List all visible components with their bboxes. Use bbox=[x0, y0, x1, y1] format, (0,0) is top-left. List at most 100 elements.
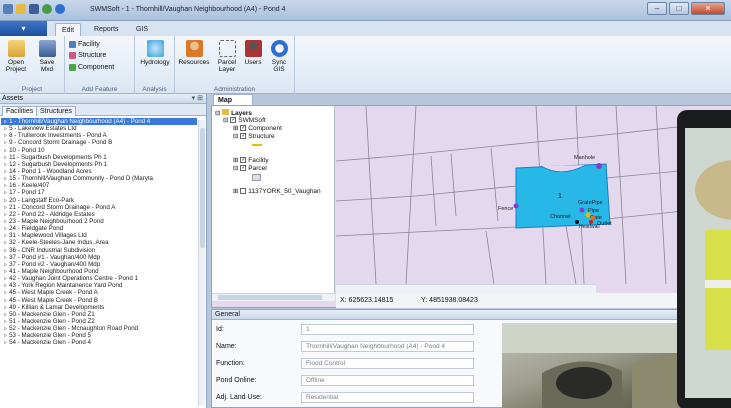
grate-point[interactable] bbox=[579, 207, 585, 213]
layer-structure[interactable]: ⊟ ✓ Structure bbox=[233, 133, 275, 141]
expand-arrow-icon[interactable]: ▹ bbox=[4, 261, 7, 268]
minimize-button[interactable]: – bbox=[647, 2, 667, 15]
list-item[interactable]: ▹ 54 - Mackenzie Glen - Pond 4 bbox=[1, 339, 197, 346]
list-item[interactable]: ▹ 41 - Maple Neighbourhood Pond bbox=[1, 268, 197, 275]
structure-button[interactable]: Structure bbox=[69, 51, 106, 60]
layers-scrollbar[interactable] bbox=[212, 293, 335, 301]
info-icon[interactable] bbox=[55, 4, 65, 14]
expand-arrow-icon[interactable]: ▹ bbox=[4, 332, 7, 339]
expand-arrow-icon[interactable]: ▹ bbox=[4, 189, 7, 196]
tab-gis[interactable]: GIS bbox=[130, 23, 154, 36]
expand-arrow-icon[interactable]: ▹ bbox=[4, 247, 7, 254]
expand-arrow-icon[interactable]: ▹ bbox=[4, 218, 7, 225]
list-item[interactable]: ▹ 14 - Pond 1 - Woodland Acres bbox=[1, 168, 197, 175]
users-button[interactable]: Users bbox=[242, 40, 264, 66]
map-scrollbar[interactable] bbox=[336, 284, 596, 293]
component-button[interactable]: Component bbox=[69, 63, 114, 72]
list-item[interactable]: ▹ 12 - Sugarbush Developments Ph 1 bbox=[1, 161, 197, 168]
expand-arrow-icon[interactable]: ▹ bbox=[4, 161, 7, 168]
maximize-button[interactable]: □ bbox=[669, 2, 689, 15]
tab-map[interactable]: Map bbox=[213, 94, 253, 105]
fence-point[interactable] bbox=[513, 203, 519, 209]
expand-arrow-icon[interactable]: ▹ bbox=[4, 139, 7, 146]
list-item[interactable]: ▹ 10 - Pond 10 bbox=[1, 147, 197, 154]
expand-arrow-icon[interactable]: ▹ bbox=[4, 304, 7, 311]
parcel-layer-button[interactable]: Parcel Layer bbox=[213, 40, 241, 73]
list-item[interactable]: ▹ 45 - West Maple Creek - Pond B bbox=[1, 297, 197, 304]
expand-arrow-icon[interactable]: ▹ bbox=[4, 297, 7, 304]
list-item[interactable]: ▹ 49 - Killian & Lamar Developments bbox=[1, 304, 197, 311]
field-value[interactable]: Flood Control bbox=[301, 358, 474, 369]
expand-arrow-icon[interactable]: ▹ bbox=[4, 232, 7, 239]
sync-gis-button[interactable]: Sync GIS bbox=[266, 40, 292, 73]
refresh-icon[interactable] bbox=[42, 4, 52, 14]
checkbox[interactable]: ✓ bbox=[240, 157, 247, 164]
expand-arrow-icon[interactable]: ▹ bbox=[4, 275, 7, 282]
list-item[interactable]: ▹ 15 - Thornhill/Vaughan Community - Pond… bbox=[1, 175, 197, 182]
field-value[interactable]: Offline bbox=[301, 375, 474, 386]
pipe-point[interactable] bbox=[590, 215, 596, 221]
list-item[interactable]: ▹ 23 - Maple Neighbourhood 2 Pond bbox=[1, 218, 197, 225]
tab-facilities[interactable]: Facilities bbox=[2, 106, 38, 116]
tab-edit[interactable]: Edit bbox=[55, 23, 82, 36]
list-item[interactable]: ▹ 36 - CNR Industrial Subdivision bbox=[1, 247, 197, 254]
close-button[interactable]: ✕ bbox=[691, 2, 725, 15]
scrollbar[interactable] bbox=[198, 120, 205, 406]
open-folder-icon[interactable] bbox=[16, 4, 26, 14]
list-item[interactable]: ▹ 22 - Pond 22 - Aldridge Estates bbox=[1, 211, 197, 218]
expand-arrow-icon[interactable]: ▹ bbox=[4, 168, 7, 175]
expand-arrow-icon[interactable]: ▹ bbox=[4, 125, 7, 132]
expand-arrow-icon[interactable]: ▹ bbox=[4, 282, 7, 289]
list-item[interactable]: ▹ 20 - Langstaff Eco-Park bbox=[1, 197, 197, 204]
expand-arrow-icon[interactable]: ▹ bbox=[4, 197, 7, 204]
checkbox[interactable]: ✓ bbox=[230, 117, 237, 124]
facility-button[interactable]: Facility bbox=[69, 40, 100, 49]
layer-parcel[interactable]: ⊟ ✓ Parcel bbox=[233, 165, 267, 173]
list-item[interactable]: ▹ 31 - Maplewood Villages Ltd bbox=[1, 232, 197, 239]
expand-arrow-icon[interactable]: ▹ bbox=[4, 254, 7, 261]
checkbox[interactable] bbox=[240, 188, 247, 195]
expand-arrow-icon[interactable]: ▹ bbox=[4, 118, 7, 125]
list-item[interactable]: ▹ 37 - Pond #2 - Vaughan/400 Mdp bbox=[1, 261, 197, 268]
list-item[interactable]: ▹ 50 - Mackenzie Glen - Pond Z1 bbox=[1, 311, 197, 318]
list-item[interactable]: ▹ 45 - West Maple Creek - Pond A bbox=[1, 289, 197, 296]
list-item[interactable]: ▹ 24 - Fieldgate Pond bbox=[1, 225, 197, 232]
expand-arrow-icon[interactable]: ▹ bbox=[4, 147, 7, 154]
list-item[interactable]: ▹ 37 - Pond #1 - Vaughan/400 Mdp bbox=[1, 254, 197, 261]
field-value[interactable]: Residential bbox=[301, 392, 474, 403]
list-item[interactable]: ▹ 11 - Sugarbush Developments Ph 1 bbox=[1, 154, 197, 161]
gate-point[interactable] bbox=[585, 212, 591, 218]
checkbox[interactable]: ✓ bbox=[240, 165, 247, 172]
list-item[interactable]: ▹ 16 - Keele/407 bbox=[1, 182, 197, 189]
layer-facility[interactable]: ⊞ ✓ Facility bbox=[233, 157, 269, 165]
hydrology-button[interactable]: Hydrology bbox=[136, 40, 174, 66]
open-project-button[interactable]: Open Project bbox=[2, 40, 30, 73]
expand-arrow-icon[interactable]: ▹ bbox=[4, 204, 7, 211]
expand-arrow-icon[interactable]: ▹ bbox=[4, 175, 7, 182]
tab-reports[interactable]: Reports bbox=[88, 23, 125, 36]
expand-arrow-icon[interactable]: ▹ bbox=[4, 318, 7, 325]
list-item[interactable]: ▹ 43 - York Region Maintanence Yard Pond bbox=[1, 282, 197, 289]
expand-arrow-icon[interactable]: ▹ bbox=[4, 154, 7, 161]
save-mxd-button[interactable]: Save Mxd bbox=[33, 40, 61, 73]
list-item[interactable]: ▹ 9 - Concord Storm Drainage - Pond B bbox=[1, 139, 197, 146]
expand-arrow-icon[interactable]: ▹ bbox=[4, 182, 7, 189]
scroll-thumb[interactable] bbox=[218, 295, 322, 300]
map-canvas[interactable]: 1 Manhole Fence Channel GratePipe Pipe G… bbox=[336, 106, 731, 284]
list-item[interactable]: ▹ 5 - Lakeview Estates Ltd bbox=[1, 125, 197, 132]
checkbox[interactable]: ✓ bbox=[240, 125, 247, 132]
list-item[interactable]: ▹ 42 - Vaughan Joint Operations Centre - … bbox=[1, 275, 197, 282]
file-menu-button[interactable]: ▾ bbox=[0, 21, 47, 36]
expand-arrow-icon[interactable]: ▹ bbox=[4, 239, 7, 246]
expand-arrow-icon[interactable]: ▹ bbox=[4, 132, 7, 139]
expand-arrow-icon[interactable]: ▹ bbox=[4, 325, 7, 332]
scroll-thumb[interactable] bbox=[200, 128, 205, 248]
save-icon[interactable] bbox=[29, 4, 39, 14]
layer-extra[interactable]: ⊞ 1137YORK_50_Vaughan bbox=[233, 188, 321, 196]
expand-arrow-icon[interactable]: ▹ bbox=[4, 311, 7, 318]
expand-arrow-icon[interactable]: ▹ bbox=[4, 339, 7, 346]
list-item[interactable]: ▹ 52 - Mackenzie Glen - Mcnaughton Road P… bbox=[1, 325, 197, 332]
list-item[interactable]: ▹ 17 - Pond 17 bbox=[1, 189, 197, 196]
expand-arrow-icon[interactable]: ▹ bbox=[4, 225, 7, 232]
field-value[interactable]: Thornhill/Vaughan Neighbourhood (A4) - P… bbox=[301, 341, 474, 352]
